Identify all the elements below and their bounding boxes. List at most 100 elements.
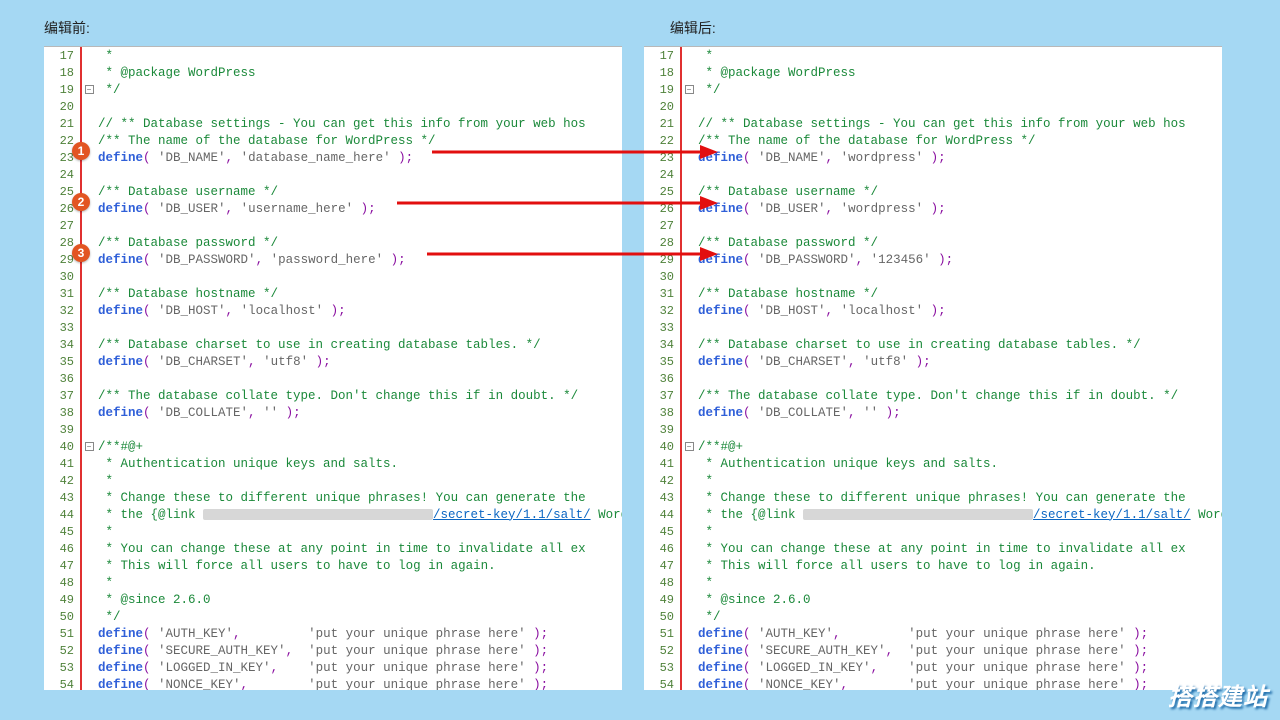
line-number: 44 (44, 508, 80, 522)
code-text: * (96, 474, 622, 488)
code-line: 54define( 'NONCE_KEY', 'put your unique … (44, 676, 622, 690)
code-line: 30 (44, 268, 622, 285)
code-line: 38define( 'DB_COLLATE', '' ); (644, 404, 1222, 421)
line-number: 21 (644, 117, 680, 131)
change-marker (680, 421, 682, 438)
line-number: 21 (44, 117, 80, 131)
annotation-badge-3: 3 (72, 244, 90, 262)
code-text: /** Database hostname */ (96, 287, 622, 301)
fold-gutter: − (682, 85, 696, 94)
change-marker (680, 455, 682, 472)
code-text: * You can change these at any point in t… (96, 542, 622, 556)
code-line: 47 * This will force all users to have t… (44, 557, 622, 574)
code-line: 40−/**#@+ (644, 438, 1222, 455)
change-marker (680, 183, 682, 200)
change-marker (80, 98, 82, 115)
code-line: 31/** Database hostname */ (44, 285, 622, 302)
line-number: 27 (44, 219, 80, 233)
code-line: 49 * @since 2.6.0 (44, 591, 622, 608)
code-line: 46 * You can change these at any point i… (644, 540, 1222, 557)
code-line: 21 // ** Database settings - You can get … (44, 115, 622, 132)
code-panel-before: 17 *18 * @package WordPress19− */2021// … (44, 46, 622, 690)
code-line: 41 * Authentication unique keys and salt… (644, 455, 1222, 472)
code-text: * the {@link /secret-key/1.1/salt/ Word (696, 508, 1222, 522)
code-text: * (96, 49, 622, 63)
code-text: define( 'LOGGED_IN_KEY', 'put your uniqu… (696, 661, 1222, 675)
redacted-url (203, 509, 433, 520)
change-marker (80, 302, 82, 319)
fold-toggle-icon[interactable]: − (685, 442, 694, 451)
code-text: define( 'DB_COLLATE', '' ); (96, 406, 622, 420)
change-marker (80, 574, 82, 591)
fold-gutter: − (82, 85, 96, 94)
change-marker (80, 47, 82, 64)
line-number: 45 (644, 525, 680, 539)
code-text: * (696, 474, 1222, 488)
line-number: 30 (644, 270, 680, 284)
line-number: 33 (644, 321, 680, 335)
change-marker (80, 472, 82, 489)
line-number: 41 (644, 457, 680, 471)
fold-toggle-icon[interactable]: − (85, 85, 94, 94)
code-line: 42 * (44, 472, 622, 489)
code-text: // ** Database settings - You can get th… (96, 117, 622, 131)
line-number: 17 (44, 49, 80, 63)
code-line: 39 (644, 421, 1222, 438)
change-marker (680, 217, 682, 234)
change-marker (680, 591, 682, 608)
line-number: 47 (44, 559, 80, 573)
change-marker (80, 217, 82, 234)
line-number: 19 (44, 83, 80, 97)
line-number: 48 (644, 576, 680, 590)
code-line: 29define( 'DB_PASSWORD', 'password_here'… (44, 251, 622, 268)
code-line: 27 (44, 217, 622, 234)
change-marker (680, 319, 682, 336)
change-marker (680, 557, 682, 574)
code-text: /**#@+ (696, 440, 1222, 454)
change-marker (680, 472, 682, 489)
code-line: 40−/**#@+ (44, 438, 622, 455)
line-number: 27 (644, 219, 680, 233)
code-line: 17 * (44, 47, 622, 64)
line-number: 49 (644, 593, 680, 607)
line-number: 18 (44, 66, 80, 80)
code-text: * Change these to different unique phras… (96, 491, 622, 505)
change-marker (680, 353, 682, 370)
code-line: 44 * the {@link /secret-key/1.1/salt/ Wo… (644, 506, 1222, 523)
line-number: 52 (644, 644, 680, 658)
annotation-badge-1: 1 (72, 142, 90, 160)
code-line: 47 * This will force all users to have t… (644, 557, 1222, 574)
change-marker (80, 268, 82, 285)
line-number: 50 (44, 610, 80, 624)
label-after: 编辑后: (670, 18, 716, 38)
code-text: define( 'DB_USER', 'wordpress' ); (696, 202, 1222, 216)
code-line: 27 (644, 217, 1222, 234)
code-line: 39 (44, 421, 622, 438)
change-marker (680, 268, 682, 285)
line-number: 20 (44, 100, 80, 114)
line-number: 45 (44, 525, 80, 539)
code-line: 29define( 'DB_PASSWORD', '123456' ); (644, 251, 1222, 268)
line-number: 24 (644, 168, 680, 182)
change-marker (80, 319, 82, 336)
line-number: 40 (644, 440, 680, 454)
fold-toggle-icon[interactable]: − (685, 85, 694, 94)
line-number: 54 (44, 678, 80, 691)
change-marker (80, 455, 82, 472)
change-marker (680, 625, 682, 642)
change-marker (80, 387, 82, 404)
change-marker (80, 370, 82, 387)
code-line: 51define( 'AUTH_KEY', 'put your unique p… (644, 625, 1222, 642)
change-marker (680, 608, 682, 625)
line-number: 22 (644, 134, 680, 148)
code-line: 20 (44, 98, 622, 115)
line-number: 35 (644, 355, 680, 369)
annotation-badge-2: 2 (72, 193, 90, 211)
line-number: 34 (44, 338, 80, 352)
line-number: 47 (644, 559, 680, 573)
code-text: define( 'DB_NAME', 'wordpress' ); (696, 151, 1222, 165)
fold-toggle-icon[interactable]: − (85, 442, 94, 451)
code-line: 46 * You can change these at any point i… (44, 540, 622, 557)
line-number: 37 (644, 389, 680, 403)
change-marker (80, 489, 82, 506)
